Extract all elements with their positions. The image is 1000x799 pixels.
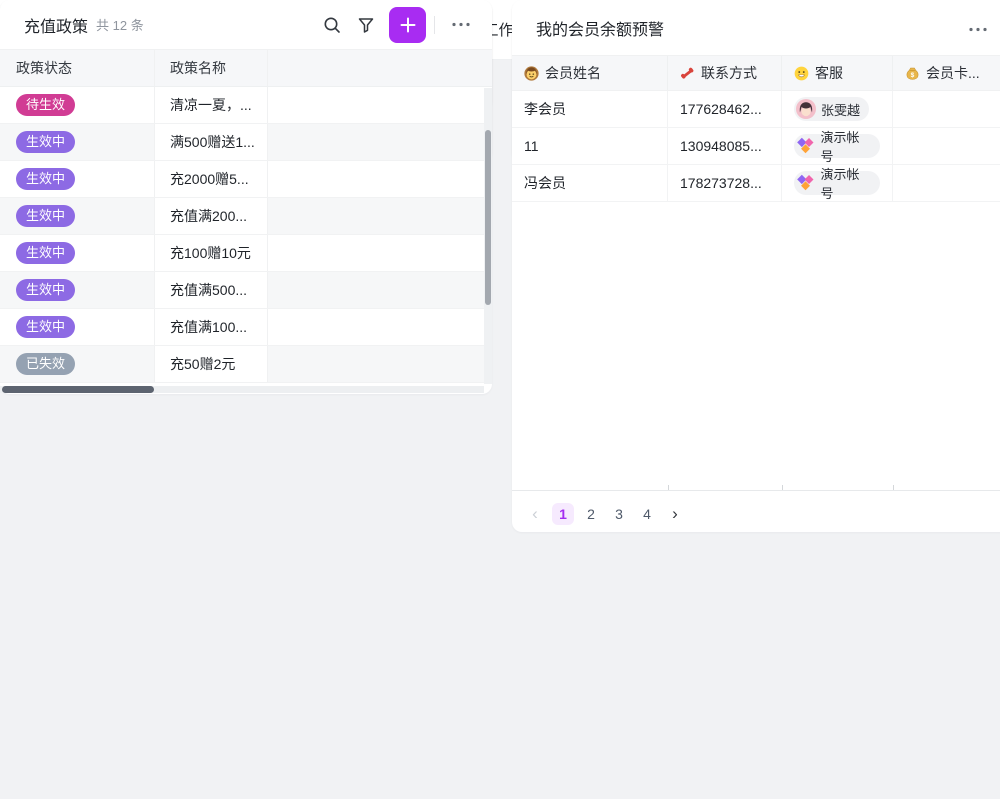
status-badge: 生效中 bbox=[16, 242, 75, 264]
column-agent: 客服 bbox=[782, 56, 893, 90]
column-tick bbox=[782, 485, 783, 490]
policy-row-7[interactable]: 生效中 充值满100... bbox=[0, 309, 492, 346]
member-phone: 177628462... bbox=[668, 91, 782, 127]
pagination-page-3[interactable]: 3 bbox=[608, 503, 630, 525]
balance-alert-card: 我的会员余额预警 会员姓名 联系方式 客服 $ 会员卡... bbox=[512, 0, 1000, 532]
pagination-prev-icon[interactable]: ‹ bbox=[524, 504, 546, 524]
policy-row-6[interactable]: 生效中 充值满500... bbox=[0, 272, 492, 309]
agent-name: 张雯越 bbox=[821, 100, 860, 119]
member-balance: 0 bbox=[893, 91, 1000, 127]
policy-row-8[interactable]: 已失效 充50赠2元 bbox=[0, 346, 492, 383]
policy-name: 充值满100... bbox=[155, 309, 268, 345]
svg-text:$: $ bbox=[911, 71, 915, 78]
status-badge: 生效中 bbox=[16, 205, 75, 227]
toolbar-divider bbox=[434, 16, 435, 34]
column-member-card: $ 会员卡... bbox=[893, 56, 1000, 90]
pagination-next-icon[interactable]: › bbox=[664, 504, 686, 524]
status-badge: 生效中 bbox=[16, 279, 75, 301]
recharge-policy-title: 充值政策 bbox=[24, 13, 88, 37]
customer-service-workbench: 客服工作台 快速添加 会员信息 充值记录 消费 bbox=[0, 0, 1000, 799]
balance-alert-title: 我的会员余额预警 bbox=[536, 16, 664, 40]
agent-pill: 演示帐号 bbox=[794, 134, 880, 158]
demo-logo bbox=[796, 136, 815, 156]
vertical-scrollbar[interactable] bbox=[485, 130, 491, 305]
policy-row-1[interactable]: 待生效 清凉一夏，... bbox=[0, 87, 492, 124]
policy-name: 充值满200... bbox=[155, 198, 268, 234]
pagination-page-1[interactable]: 1 bbox=[552, 503, 574, 525]
agent-cell: 演示帐号 bbox=[782, 165, 893, 201]
member-name: 冯会员 bbox=[512, 165, 668, 201]
policy-row-2[interactable]: 生效中 满500赠送1... bbox=[0, 124, 492, 161]
demo-logo bbox=[796, 173, 815, 193]
policy-row-4[interactable]: 生效中 充值满200... bbox=[0, 198, 492, 235]
policy-row-5[interactable]: 生效中 充100赠10元 bbox=[0, 235, 492, 272]
status-badge: 待生效 bbox=[16, 94, 75, 116]
member-name: 李会员 bbox=[512, 91, 668, 127]
policy-name: 满500赠送1... bbox=[155, 124, 268, 160]
column-tick bbox=[668, 485, 669, 490]
member-phone: 178273728... bbox=[668, 165, 782, 201]
agent-cell: 演示帐号 bbox=[782, 128, 893, 164]
status-badge: 已失效 bbox=[16, 353, 75, 375]
search-icon[interactable] bbox=[315, 8, 349, 42]
agent-name: 演示帐号 bbox=[820, 127, 871, 165]
table-bottom-border bbox=[512, 490, 1000, 491]
smiley-emoji-icon bbox=[794, 66, 809, 81]
status-badge: 生效中 bbox=[16, 131, 75, 153]
phone-emoji-icon bbox=[680, 66, 695, 81]
policy-name: 充值满500... bbox=[155, 272, 268, 308]
agent-pill: 演示帐号 bbox=[794, 171, 880, 195]
column-policy-name: 政策名称 bbox=[155, 50, 268, 86]
pagination: ‹ 1 2 3 4 › bbox=[524, 503, 686, 525]
recharge-policy-card: 充值政策 共 12 条 政策状态 政策名称 bbox=[0, 0, 492, 394]
more-menu-icon[interactable] bbox=[968, 24, 990, 34]
balance-row-3[interactable]: 冯会员 178273728... 演示帐号 0 bbox=[512, 165, 1000, 202]
status-badge: 生效中 bbox=[16, 168, 75, 190]
policy-name: 充2000赠5... bbox=[155, 161, 268, 197]
pagination-page-2[interactable]: 2 bbox=[580, 503, 602, 525]
woman-emoji-icon bbox=[524, 66, 539, 81]
moneybag-emoji-icon: $ bbox=[905, 66, 920, 81]
balance-row-1[interactable]: 李会员 177628462... 张雯越 0 bbox=[512, 91, 1000, 128]
horizontal-scrollbar[interactable] bbox=[2, 386, 154, 393]
girl-avatar bbox=[796, 99, 816, 119]
status-badge: 生效中 bbox=[16, 316, 75, 338]
agent-name: 演示帐号 bbox=[820, 164, 871, 202]
member-name: 11 bbox=[512, 128, 668, 164]
filter-icon[interactable] bbox=[349, 8, 383, 42]
balance-row-2[interactable]: 11 130948085... 演示帐号 0 bbox=[512, 128, 1000, 165]
policy-row-3[interactable]: 生效中 充2000赠5... bbox=[0, 161, 492, 198]
agent-pill: 张雯越 bbox=[794, 97, 869, 121]
plus-icon bbox=[399, 16, 417, 34]
pagination-page-4[interactable]: 4 bbox=[636, 503, 658, 525]
policy-name: 清凉一夏，... bbox=[155, 87, 268, 123]
member-phone: 130948085... bbox=[668, 128, 782, 164]
member-balance: 0 bbox=[893, 165, 1000, 201]
recharge-policy-count: 共 12 条 bbox=[96, 15, 144, 34]
policy-name: 充100赠10元 bbox=[155, 235, 268, 271]
column-policy-status: 政策状态 bbox=[0, 50, 155, 86]
policy-name: 充50赠2元 bbox=[155, 346, 268, 382]
column-member-name: 会员姓名 bbox=[512, 56, 668, 90]
balance-table-header: 会员姓名 联系方式 客服 $ 会员卡... bbox=[512, 55, 1000, 91]
member-balance: 0 bbox=[893, 128, 1000, 164]
add-record-button[interactable] bbox=[389, 7, 426, 43]
column-tick bbox=[893, 485, 894, 490]
more-menu-icon[interactable] bbox=[444, 8, 478, 42]
policy-table-header: 政策状态 政策名称 bbox=[0, 50, 492, 87]
header-filler bbox=[268, 50, 492, 86]
column-contact: 联系方式 bbox=[668, 56, 782, 90]
agent-cell: 张雯越 bbox=[782, 91, 893, 127]
